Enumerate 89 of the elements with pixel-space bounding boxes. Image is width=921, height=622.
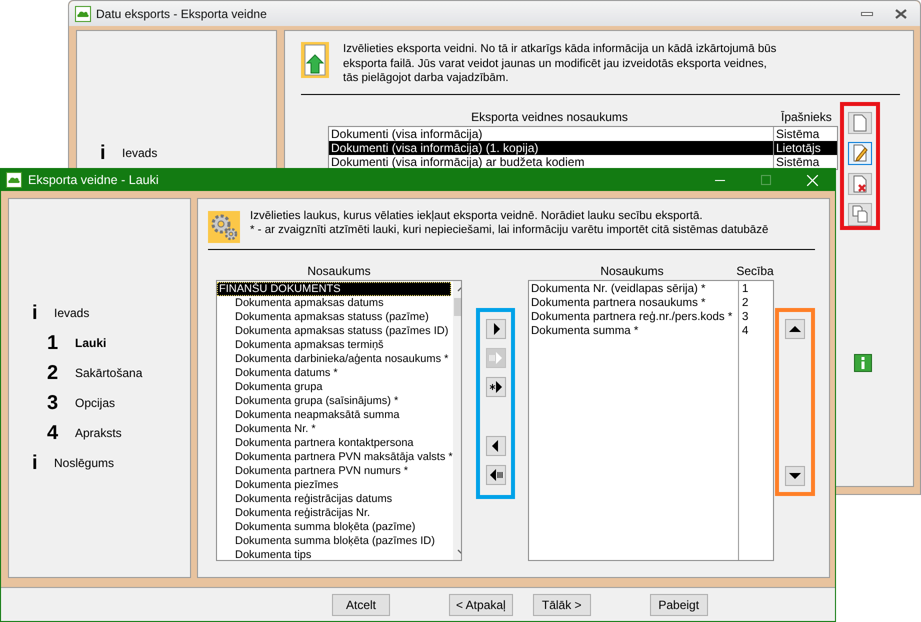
list-item[interactable]: Dokumenta grupa (saīsinājums) * — [217, 394, 453, 408]
list-item[interactable]: Dokumenta neapmaksātā summa — [217, 408, 453, 422]
remove-button[interactable] — [486, 436, 506, 456]
window-title: Eksporta veidne - Lauki — [28, 173, 159, 187]
table-cell: Dokumenti (visa informācija) (1. kopija) — [329, 140, 774, 154]
gears-icon — [208, 211, 240, 243]
column-header: Secība — [736, 264, 774, 278]
pencil-icon — [852, 144, 868, 162]
remove-all-button[interactable] — [486, 465, 506, 485]
list-item[interactable]: Dokumenta partnera PVN maksātāja valsts * — [217, 450, 453, 464]
add-required-button[interactable] — [486, 377, 506, 397]
step-marker: i — [32, 452, 39, 474]
intro-text: Izvēlieties laukus, kurus vēlaties iekļaut eksporta veidnē. Norādiet lauku secību eksportā. — [250, 209, 704, 223]
step-label[interactable]: Ievads — [122, 146, 158, 160]
app-icon — [6, 172, 22, 188]
dialog-button[interactable]: < Atpakaļ — [449, 594, 513, 616]
column-header: Īpašnieks — [780, 110, 833, 124]
table-cell-text: Sistēma — [775, 126, 820, 140]
info-button[interactable] — [854, 354, 872, 372]
list-item[interactable]: Dokumenta partnera nosaukums * — [531, 296, 738, 310]
step-label[interactable]: Noslēgums — [54, 456, 114, 470]
edit-button[interactable] — [848, 142, 872, 164]
dialog-button[interactable]: Atcelt — [332, 594, 390, 616]
list-item[interactable]: Dokumenta partnera reģ.nr./pers.kods * — [531, 310, 738, 324]
copy-button[interactable] — [848, 203, 872, 226]
window-title: Datu eksports - Eksporta veidne — [96, 6, 267, 20]
close-icon — [895, 8, 907, 18]
document-icon — [852, 114, 868, 132]
list-item[interactable]: Dokumenta tips — [217, 548, 453, 560]
list-item[interactable]: Dokumenta reģistrācijas datums — [217, 492, 453, 506]
list-item[interactable]: Dokumenta summa bloķēta (pazīmes ID) — [217, 534, 453, 548]
app-icon — [75, 6, 91, 22]
list-item[interactable]: Dokumenta partnera kontaktpersona — [217, 436, 453, 450]
right-arrow-bars-icon — [488, 352, 502, 364]
step-label[interactable]: Apraksts — [75, 426, 122, 440]
document-delete-icon — [852, 174, 868, 193]
list-item[interactable]: Dokumenta Nr. * — [217, 422, 453, 436]
table-cell-text: 2 — [742, 296, 750, 310]
table-cell-text: 4 — [742, 324, 750, 338]
step-marker: 4 — [47, 422, 60, 444]
left-arrow-bars-icon — [488, 469, 502, 481]
add-button[interactable] — [486, 319, 506, 339]
list-item[interactable]: Dokumenta summa bloķēta (pazīme) — [217, 520, 453, 534]
step-label[interactable]: Opcijas — [75, 396, 116, 410]
list-item[interactable]: Dokumenta datums * — [217, 366, 453, 380]
list-item[interactable]: FINANŠU DOKUMENTS — [217, 282, 451, 296]
dialog-button[interactable]: Tālāk > — [532, 594, 591, 616]
table-cell-text: Sistēma — [775, 154, 820, 168]
list-item[interactable]: Dokumenta apmaksas statuss (pazīmes ID) — [217, 324, 453, 338]
list-item[interactable]: Dokumenta Nr. (veidlapas sērija) * — [531, 282, 738, 296]
column-header: Nosaukums — [307, 264, 371, 278]
list-item[interactable]: Dokumenta apmaksas statuss (pazīme) — [217, 310, 453, 324]
list-item[interactable]: Dokumenta reģistrācijas Nr. — [217, 506, 453, 520]
move-up-button[interactable] — [785, 319, 805, 339]
right-arrow-asterisk-icon — [488, 381, 502, 393]
delete-button[interactable] — [848, 172, 872, 195]
step-marker: 1 — [47, 332, 60, 354]
step-marker: 3 — [47, 392, 60, 414]
list-item[interactable]: Dokumenta partnera PVN numurs * — [217, 464, 453, 478]
table-row[interactable]: Dokumenti (visa informācija) (1. kopija) Lietotājs — [329, 140, 837, 154]
copy-icon — [852, 205, 868, 224]
list-item[interactable]: Dokumenta apmaksas termiņš — [217, 338, 453, 352]
maximize-icon — [761, 175, 771, 185]
step-label[interactable]: Sakārtošana — [75, 366, 142, 380]
column-header: Eksporta veidnes nosaukums — [470, 110, 629, 124]
dialog-button[interactable]: Pabeigt — [650, 594, 708, 616]
table-cell-text: 3 — [742, 310, 750, 324]
list-item[interactable]: Dokumenta grupa — [217, 380, 453, 394]
info-icon — [854, 354, 872, 372]
column-header: Nosaukums — [599, 264, 665, 278]
table-cell-text: 1 — [742, 282, 750, 296]
up-arrow-icon — [789, 325, 801, 333]
close-icon — [806, 174, 818, 186]
step-marker: 2 — [47, 362, 60, 384]
step-label[interactable]: Ievads — [54, 306, 90, 320]
step-label[interactable]: Lauki — [75, 336, 106, 350]
intro-text: Izvēlieties eksporta veidni. No tā ir atkarīgs kāda informācija un kādā izkārtojumā būs eksporta failā. Jūs varat veidot jaunas un modificēt jau izveidotās eksporta veidnes, tās pielāgojot darba vajadzībām. — [343, 42, 778, 86]
table-cell-text: Lietotājs — [775, 140, 821, 154]
move-down-button[interactable] — [785, 466, 805, 486]
step-marker: i — [100, 142, 107, 164]
list-item[interactable]: Dokumenta piezīmes — [217, 478, 453, 492]
intro-text: * - ar zvaigznīti atzīmēti lauki, kuri nepieciešami, lai informāciju varētu importēt citā sistēmas datubāzē — [250, 223, 770, 237]
list-item[interactable]: Dokumenta apmaksas datums — [217, 296, 453, 310]
list-item[interactable]: Dokumenta darbinieka/aģenta nosaukums * — [217, 352, 453, 366]
minimize-icon — [861, 10, 873, 16]
down-arrow-icon — [789, 472, 801, 480]
list-item[interactable]: Dokumenta summa * — [531, 324, 738, 338]
new-button[interactable] — [848, 112, 872, 134]
step-marker: i — [32, 302, 39, 324]
